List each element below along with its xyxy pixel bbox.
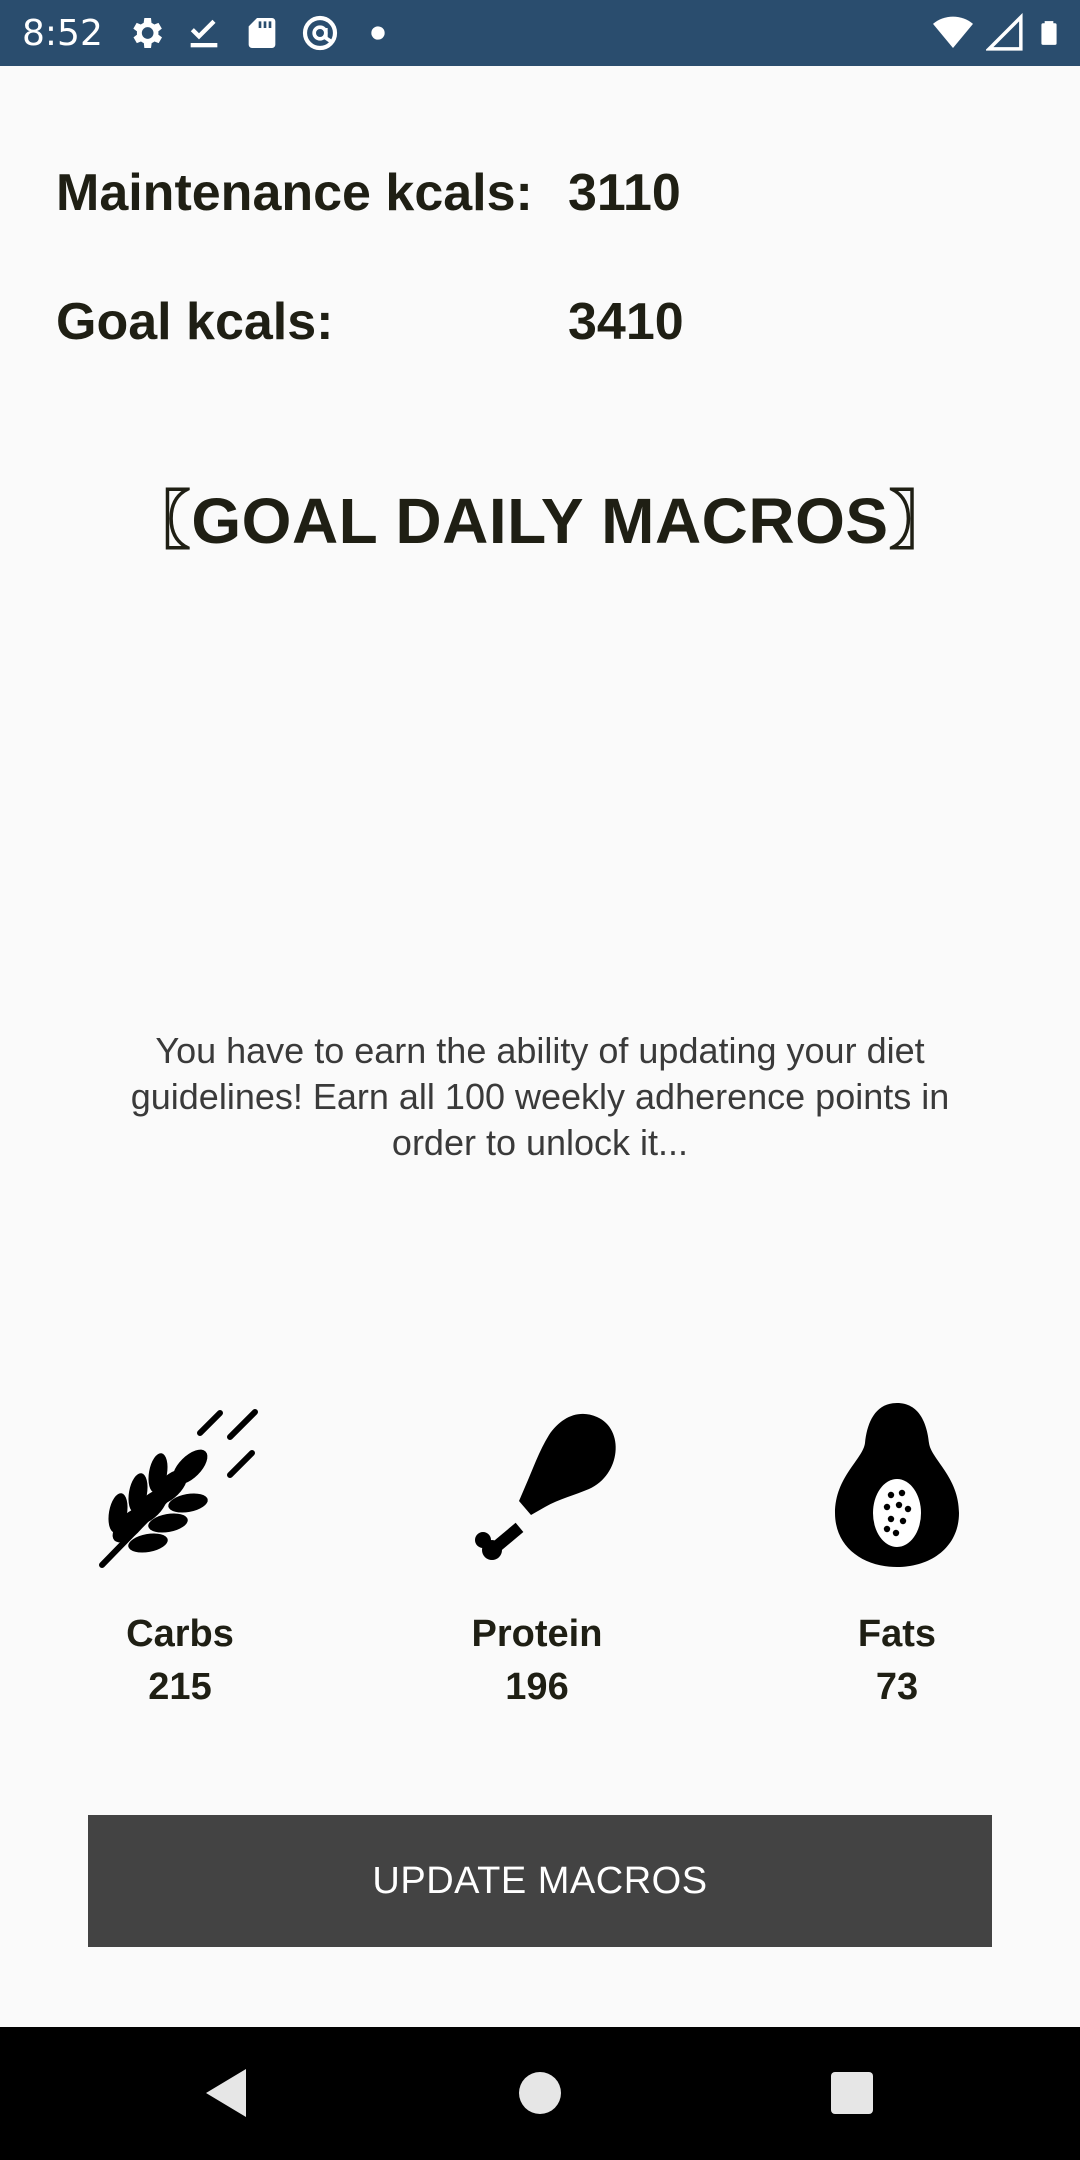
battery-icon: [1036, 13, 1062, 58]
goal-kcal-row: Goal kcals: 3410: [56, 287, 684, 357]
macro-name: Carbs: [126, 1613, 234, 1655]
signal-icon: [984, 12, 1024, 58]
macro-carbs: Carbs 215: [50, 1395, 310, 1709]
maintenance-kcal-label: Maintenance kcals:: [56, 164, 533, 222]
recents-icon[interactable]: [822, 2063, 882, 2123]
macro-value: 196: [505, 1666, 569, 1708]
maintenance-kcal-row: Maintenance kcals: 3110: [56, 158, 681, 228]
circle-a-icon: [300, 13, 340, 53]
goal-kcal-label: Goal kcals:: [56, 293, 334, 351]
update-macros-button[interactable]: UPDATE MACROS: [88, 1815, 992, 1947]
macro-name: Fats: [857, 1613, 937, 1655]
macro-value: 215: [148, 1666, 212, 1708]
macro-protein: Protein 196: [407, 1395, 667, 1709]
macro-name: Protein: [471, 1613, 603, 1655]
home-icon[interactable]: [510, 2063, 570, 2123]
unlock-message: You have to earn the ability of updating…: [130, 1030, 950, 1163]
wheat-icon: [90, 1395, 270, 1575]
sd-card-icon: [242, 13, 282, 53]
macro-value: 73: [875, 1666, 919, 1708]
status-bar: 8:52: [0, 0, 1080, 66]
dot-icon: [358, 13, 398, 53]
macro-fats: Fats 73: [767, 1395, 1027, 1709]
gear-icon: [126, 13, 166, 53]
navigation-bar: [0, 2027, 1080, 2160]
check-download-icon: [184, 13, 224, 53]
wifi-icon: [932, 13, 974, 58]
drumstick-icon: [447, 1395, 627, 1575]
status-time: 8:52: [22, 12, 103, 54]
back-icon[interactable]: [198, 2063, 258, 2123]
section-title: 〖GOAL DAILY MACROS〗: [126, 485, 954, 557]
maintenance-kcal-value: 3110: [568, 164, 681, 222]
goal-kcal-value: 3410: [568, 293, 684, 351]
avocado-icon: [807, 1395, 987, 1575]
